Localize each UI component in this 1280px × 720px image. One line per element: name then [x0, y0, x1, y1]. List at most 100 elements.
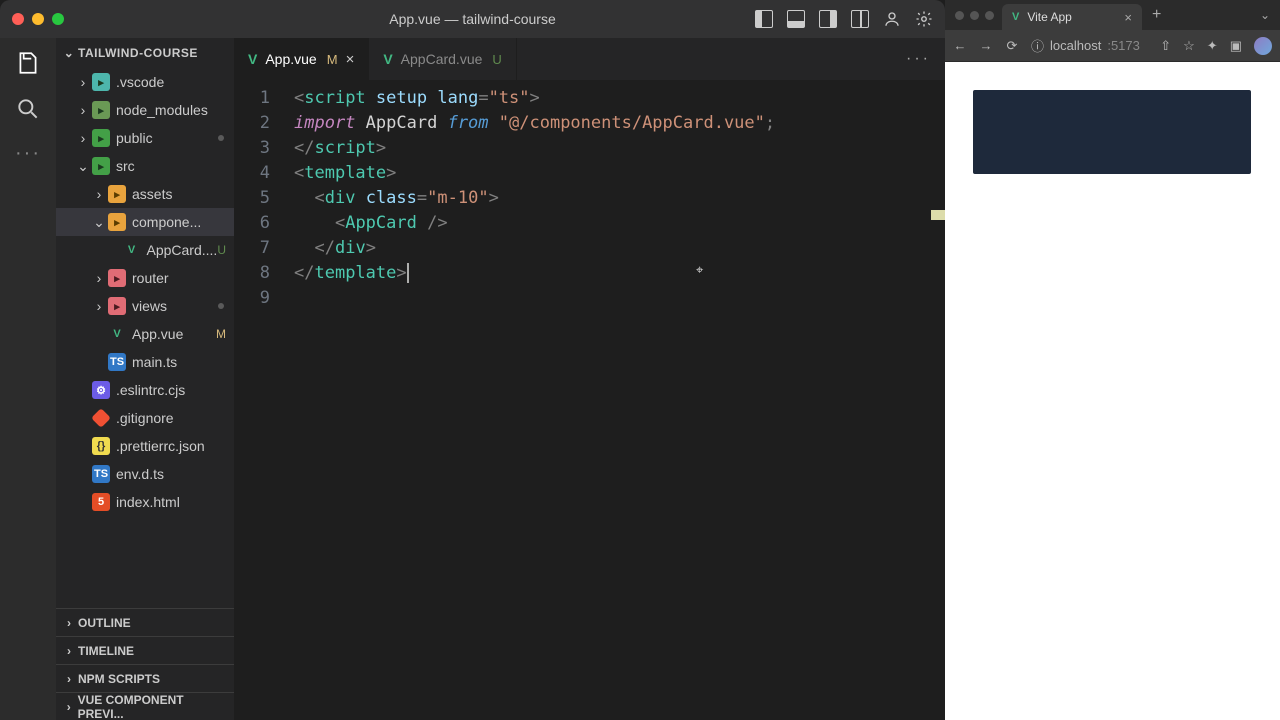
- item-label: .gitignore: [116, 410, 174, 426]
- file--prettierrc-json[interactable]: {} .prettierrc.json: [56, 432, 234, 460]
- item-label: App.vue: [132, 326, 183, 342]
- browser-viewport[interactable]: [945, 62, 1280, 720]
- vue-file-icon: V: [108, 325, 126, 343]
- vite-favicon-icon: V: [1012, 11, 1019, 23]
- panel-outline[interactable]: ›OUTLINE: [56, 608, 234, 636]
- url-field[interactable]: ⓘ localhost:5173: [1031, 36, 1148, 55]
- close-window-icon[interactable]: [12, 13, 24, 25]
- folder-compone-[interactable]: ⌄▸compone...: [56, 208, 234, 236]
- forward-icon[interactable]: →: [979, 39, 993, 53]
- explorer-root[interactable]: ⌄ TAILWIND-COURSE: [56, 38, 234, 68]
- chevron-icon: ›: [92, 298, 106, 314]
- tabs-dropdown-icon[interactable]: ⌄: [1250, 8, 1280, 22]
- editor-group: VApp.vueM×VAppCard.vueU ··· 123456789 <s…: [234, 38, 945, 720]
- git-status-badge: M: [327, 52, 338, 67]
- folder-views[interactable]: ›▸views: [56, 292, 234, 320]
- tab-close-icon[interactable]: ×: [346, 51, 355, 68]
- file-tree: ›▸.vscode›▸node_modules›▸public⌄▸src›▸as…: [56, 68, 234, 608]
- maximize-window-icon[interactable]: [52, 13, 64, 25]
- side-panel-icon[interactable]: ▣: [1230, 38, 1242, 54]
- root-folder-name: TAILWIND-COURSE: [78, 46, 198, 60]
- folder-public[interactable]: ›▸public: [56, 124, 234, 152]
- layout-sidebar-right-icon[interactable]: [819, 10, 837, 28]
- item-label: .eslintrc.cjs: [116, 382, 185, 398]
- layout-panel-icon[interactable]: [787, 10, 805, 28]
- share-icon[interactable]: ⇧: [1160, 38, 1171, 54]
- json-file-icon: {}: [92, 437, 110, 455]
- editor-actions-overflow-icon[interactable]: ···: [892, 38, 945, 80]
- tab-label: AppCard.vue: [401, 51, 483, 67]
- file-main-ts[interactable]: TSmain.ts: [56, 348, 234, 376]
- site-info-icon[interactable]: ⓘ: [1031, 36, 1044, 55]
- item-label: src: [116, 158, 135, 174]
- window-controls: [12, 13, 64, 25]
- overview-ruler[interactable]: [931, 80, 945, 720]
- settings-gear-icon[interactable]: [915, 10, 933, 28]
- editor-tab-App-vue[interactable]: VApp.vueM×: [234, 38, 369, 80]
- item-label: router: [132, 270, 169, 286]
- editor-tab-AppCard-vue[interactable]: VAppCard.vueU: [369, 38, 516, 80]
- item-label: env.d.ts: [116, 466, 164, 482]
- panel-timeline[interactable]: ›TIMELINE: [56, 636, 234, 664]
- folder-router[interactable]: ›▸router: [56, 264, 234, 292]
- reload-icon[interactable]: ⟳: [1005, 39, 1019, 53]
- file--eslintrc-cjs[interactable]: ⚙.eslintrc.cjs: [56, 376, 234, 404]
- address-bar: ← → ⟳ ⓘ localhost:5173 ⇧ ☆ ✦ ▣: [945, 30, 1280, 62]
- git-status-badge: M: [216, 327, 234, 341]
- new-tab-icon[interactable]: +: [1142, 6, 1171, 24]
- panel-vue-component-previ-[interactable]: ›VUE COMPONENT PREVI...: [56, 692, 234, 720]
- titlebar: App.vue — tailwind-course: [0, 0, 945, 38]
- folder-node_modules[interactable]: ›▸node_modules: [56, 96, 234, 124]
- code-editor[interactable]: 123456789 <script setup lang="ts">import…: [234, 80, 945, 720]
- browser-close-icon[interactable]: [955, 11, 964, 20]
- panel-npm-scripts[interactable]: ›NPM SCRIPTS: [56, 664, 234, 692]
- minimize-window-icon[interactable]: [32, 13, 44, 25]
- item-label: public: [116, 130, 153, 146]
- code-content[interactable]: <script setup lang="ts">import AppCard f…: [294, 86, 945, 720]
- file--gitignore[interactable]: .gitignore: [56, 404, 234, 432]
- back-icon[interactable]: ←: [953, 39, 967, 53]
- chevron-icon: ›: [76, 102, 90, 118]
- profile-avatar-icon[interactable]: [1254, 37, 1272, 55]
- folder-icon: ▸: [92, 129, 110, 147]
- bookmark-icon[interactable]: ☆: [1183, 38, 1195, 54]
- activity-overflow-icon[interactable]: ···: [15, 142, 41, 165]
- modified-dot-icon: [218, 303, 224, 309]
- chevron-down-icon: ⌄: [62, 46, 76, 60]
- browser-max-icon[interactable]: [985, 11, 994, 20]
- search-icon[interactable]: [15, 96, 41, 122]
- chevron-icon: ⌄: [76, 158, 90, 175]
- tab-close-icon[interactable]: ×: [1124, 10, 1132, 25]
- item-label: .prettierrc.json: [116, 438, 205, 454]
- chevron-right-icon: ›: [62, 644, 76, 658]
- folder-icon: ▸: [108, 213, 126, 231]
- layout-sidebar-left-icon[interactable]: [755, 10, 773, 28]
- account-icon[interactable]: [883, 10, 901, 28]
- file-index-html[interactable]: 5index.html: [56, 488, 234, 516]
- browser-window-controls: [955, 11, 994, 20]
- explorer-icon[interactable]: [15, 50, 41, 76]
- browser-min-icon[interactable]: [970, 11, 979, 20]
- git-status-badge: U: [217, 243, 234, 257]
- chevron-icon: ›: [76, 74, 90, 90]
- chevron-right-icon: ›: [62, 672, 76, 686]
- editor-tabs: VApp.vueM×VAppCard.vueU ···: [234, 38, 945, 80]
- file-AppCard-[interactable]: VAppCard....U: [56, 236, 234, 264]
- git-file-icon: [92, 409, 110, 427]
- titlebar-actions: [755, 10, 933, 28]
- chevron-right-icon: ›: [62, 616, 76, 630]
- ts-file-icon: TS: [108, 353, 126, 371]
- file-env-d-ts[interactable]: TSenv.d.ts: [56, 460, 234, 488]
- file-App-vue[interactable]: V App.vue M: [56, 320, 234, 348]
- chevron-icon: ›: [92, 186, 106, 202]
- folder--vscode[interactable]: ›▸.vscode: [56, 68, 234, 96]
- chevron-right-icon: ›: [62, 700, 76, 714]
- extensions-icon[interactable]: ✦: [1207, 38, 1218, 54]
- app-card-preview: [973, 90, 1251, 174]
- main-area: ··· ⌄ TAILWIND-COURSE ›▸.vscode›▸node_mo…: [0, 38, 945, 720]
- chevron-icon: ⌄: [92, 214, 106, 231]
- folder-src[interactable]: ⌄▸src: [56, 152, 234, 180]
- layout-customize-icon[interactable]: [851, 10, 869, 28]
- folder-assets[interactable]: ›▸assets: [56, 180, 234, 208]
- browser-tab[interactable]: V Vite App ×: [1002, 4, 1142, 30]
